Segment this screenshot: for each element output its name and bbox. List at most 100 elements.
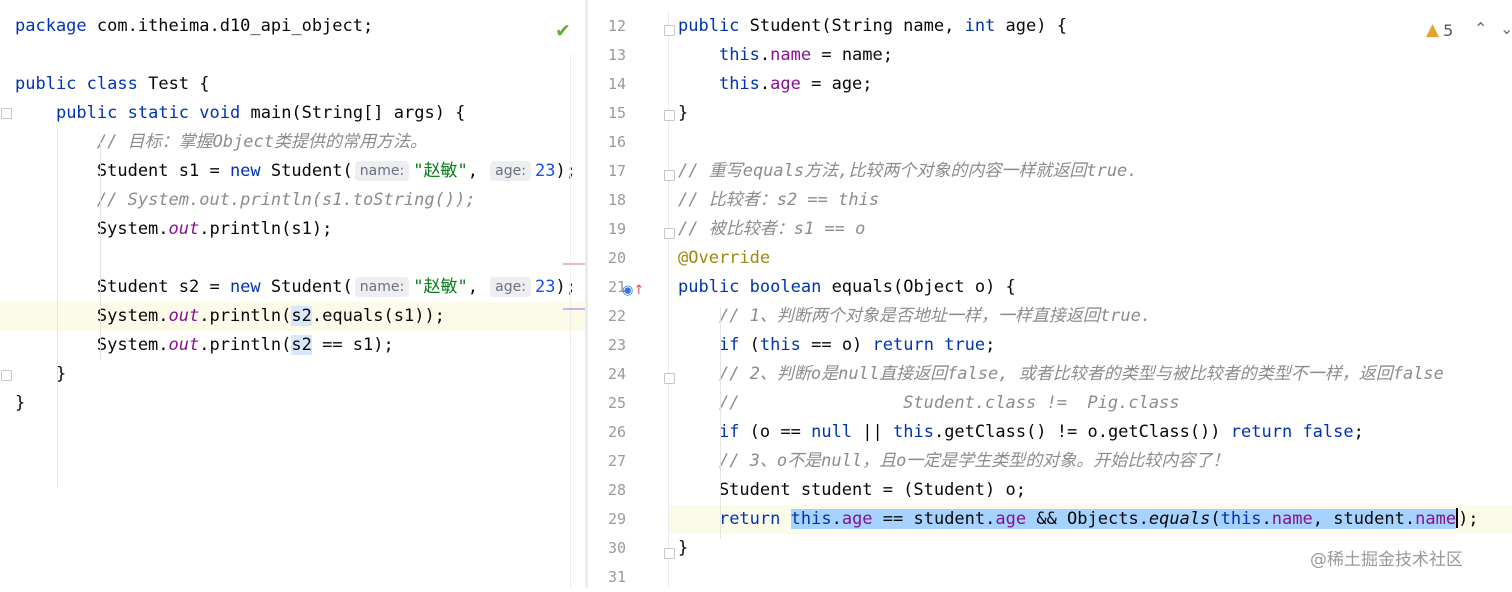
override-method-icon[interactable]: ◉↑ [622,283,644,298]
code-token: @Override [678,248,771,268]
code-keyword: null [811,422,853,442]
code-line[interactable]: @Override [678,244,1512,273]
code-keyword: void [199,103,241,123]
code-token: && Objects. [1026,509,1149,529]
code-line[interactable]: // Student.class != Pig.class [678,389,1512,418]
fold-marker-icon[interactable] [664,548,675,559]
code-line[interactable]: } [15,389,586,418]
code-line[interactable]: // 比较者：s2 == this [678,186,1512,215]
code-token: .equals(s1)); [311,306,445,326]
check-icon[interactable]: ✔ [555,20,571,42]
code-line[interactable]: // 被比较者：s1 == o [678,215,1512,244]
fold-marker-icon[interactable] [664,170,675,181]
line-number: 17 [607,162,626,180]
code-line[interactable]: public static void main(String[] args) { [15,99,586,128]
code-line[interactable]: } [15,360,586,389]
code-line[interactable] [678,128,1512,157]
error-stripe-mark[interactable] [563,263,585,265]
code-token: Student( [260,161,353,181]
code-token: = age; [800,74,873,94]
code-line[interactable]: if (this == o) return true; [678,331,1512,360]
code-keyword: return [1230,422,1293,442]
previous-highlight-icon[interactable]: ⌃ [1474,19,1487,38]
fold-marker-icon[interactable] [664,228,675,239]
code-line[interactable]: } [678,99,1512,128]
left-editor-scrollbar[interactable] [570,54,571,588]
code-line[interactable]: if (o == null || this.getClass() != o.ge… [678,418,1512,447]
code-token: s2 [291,335,312,355]
line-number: 13 [607,46,626,64]
code-token: age) { [995,16,1067,36]
indent-guide [100,142,101,360]
code-token: == o) [800,335,873,355]
code-line[interactable]: public Student(String name, int age) { [678,12,1512,41]
fold-marker-icon[interactable] [1,108,12,119]
code-keyword: public [15,74,77,94]
code-token: Student(String name, [739,16,965,36]
code-line[interactable]: // 重写equals方法,比较两个对象的内容一样就返回true. [678,157,1512,186]
next-highlight-icon[interactable]: ⌄ [1500,19,1512,38]
code-token: .println( [199,335,292,355]
code-token: out [168,306,200,326]
code-token: com.itheima.d10_api_object; [86,16,374,36]
code-keyword: class [86,74,138,94]
line-number: 24 [607,365,626,383]
warning-count: 5 [1443,20,1454,40]
code-keyword: boolean [749,277,822,297]
code-token: Student s1 = [15,161,230,181]
line-number: 30 [607,539,626,557]
code-token: ); [1458,509,1479,529]
code-token: Student s2 = [15,277,230,297]
code-keyword: if [718,422,740,442]
line-number: 27 [607,452,626,470]
code-line[interactable]: // 3、o不是null，且o一定是学生类型的对象。开始比较内容了！ [678,447,1512,476]
code-line[interactable]: package com.itheima.d10_api_object; [15,12,586,41]
fold-marker-icon[interactable] [664,373,675,384]
line-number: 29 [607,510,626,528]
code-keyword: if [718,335,740,355]
code-line[interactable]: // 2、判断o是null直接返回false, 或者比较者的类型与被比较者的类型… [678,360,1512,389]
line-number: 12 [607,17,626,35]
code-token: age [841,509,873,529]
code-line[interactable]: public boolean equals(Object o) { [678,273,1512,302]
code-line[interactable]: Student student = (Student) o; [678,476,1512,505]
code-comment: // 1、判断两个对象是否地址一样，一样直接返回true. [718,306,1152,326]
code-keyword: this [790,509,832,529]
code-keyword: this [718,45,760,65]
code-token: Student( [260,277,353,297]
code-token: Test { [137,74,210,94]
code-keyword: public [55,103,118,123]
fold-marker-icon[interactable] [1,370,12,381]
code-token: ); [555,161,576,181]
code-line[interactable]: this.age = age; [678,70,1512,99]
code-line[interactable] [15,41,586,70]
line-number: 22 [607,307,626,325]
code-line[interactable]: public class Test { [15,70,586,99]
left-editor-pane[interactable]: package com.itheima.d10_api_object;publi… [0,0,586,588]
code-line[interactable]: return this.age == student.age && Object… [678,505,1512,534]
line-number: 21 [607,278,626,296]
parameter-hint: age: [490,161,531,181]
inspection-widget[interactable]: ▲ 5 [1426,20,1453,40]
code-token: 23 [534,277,556,297]
code-line[interactable]: // 1、判断两个对象是否地址一样，一样直接返回true. [678,302,1512,331]
line-number: 23 [607,336,626,354]
code-keyword: package [15,16,87,36]
code-token: name [1415,509,1457,529]
line-number: 26 [607,423,626,441]
code-token: } [678,103,689,123]
error-stripe-mark[interactable] [563,308,585,310]
code-token: } [678,538,689,558]
fold-marker-icon[interactable] [664,110,675,121]
fold-marker-icon[interactable] [664,25,675,36]
code-line[interactable]: this.name = name; [678,41,1512,70]
